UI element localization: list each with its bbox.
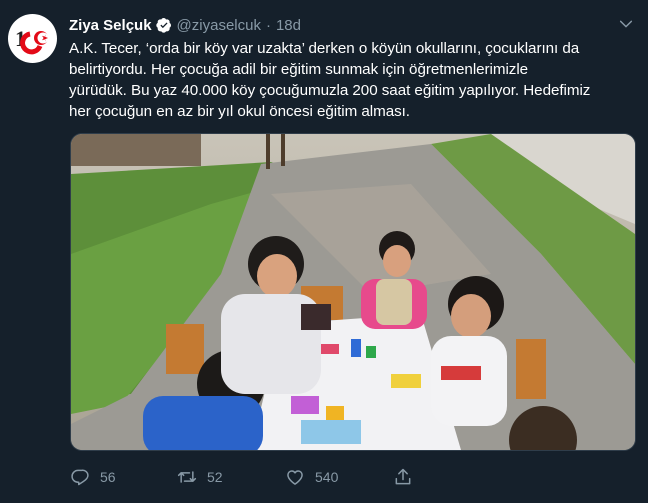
- tweet-text-line: yürüdük. Bu yaz 40.000 köy çocuğumuzla 2…: [69, 82, 591, 99]
- like-button[interactable]: 540: [285, 467, 338, 487]
- author-handle[interactable]: @ziyaselcuk: [177, 17, 261, 34]
- share-icon: [395, 468, 411, 485]
- tweet-text-line: belirtiyordu. Her çocuğa adil bir eğitim…: [69, 61, 529, 78]
- tweet-photo[interactable]: [70, 133, 636, 451]
- verified-badge-icon: [155, 18, 171, 33]
- tweet-text-line: her çocuğun en az bir yıl okul öncesi eğ…: [69, 103, 410, 120]
- author-name[interactable]: Ziya Selçuk: [69, 17, 152, 34]
- tweet-text: A.K. Tecer, ‘orda bir köy var uzakta’ de…: [69, 38, 635, 122]
- like-icon: [287, 470, 303, 485]
- retweet-icon: [177, 471, 197, 483]
- reply-icon: [71, 469, 89, 486]
- tweet-actions: 56 52 540: [70, 467, 648, 489]
- like-count: 540: [315, 469, 339, 485]
- share-button[interactable]: [393, 467, 423, 487]
- retweet-button[interactable]: 52: [177, 467, 223, 487]
- retweet-count: 52: [207, 469, 223, 485]
- reply-count: 56: [100, 469, 116, 485]
- tweet-header: Ziya Selçuk @ziyaselcuk · 18d: [69, 14, 634, 36]
- tweet-time[interactable]: 18d: [276, 17, 301, 34]
- separator-dot: ·: [265, 16, 271, 34]
- tweet-text-line: A.K. Tecer, ‘orda bir köy var uzakta’ de…: [69, 40, 580, 57]
- reply-button[interactable]: 56: [70, 467, 116, 487]
- chevron-down-icon[interactable]: [618, 16, 634, 32]
- tweet-card: 1 Ziya Selçuk @ziyaselcuk · 18d A.K. Tec…: [0, 0, 648, 503]
- avatar[interactable]: 1: [8, 14, 57, 63]
